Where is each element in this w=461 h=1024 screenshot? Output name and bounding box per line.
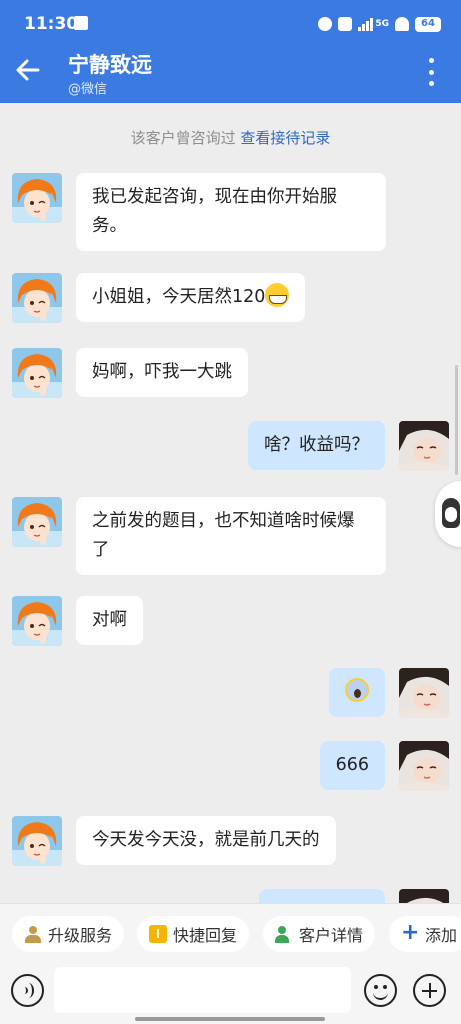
quick-reply-label: 快捷回复	[173, 926, 238, 945]
back-arrow-icon[interactable]	[12, 54, 44, 86]
alarm-icon	[318, 17, 333, 31]
message-bubble[interactable]: 今天发今天没，就是前几天的	[76, 816, 336, 865]
message-bubble[interactable]: 之前发的题目，也不知道啥时候爆了	[76, 497, 386, 575]
message-bubble[interactable]	[259, 889, 385, 903]
notification-app-icon	[74, 16, 88, 30]
customer-detail-label: 客户详情	[299, 926, 364, 945]
contact-name: 宁静致远	[68, 53, 152, 77]
customer-avatar[interactable]	[12, 816, 62, 866]
message-text: 小姐姐，今天居然120	[92, 287, 266, 307]
voice-input-icon[interactable]	[11, 974, 44, 1007]
customer-avatar[interactable]	[12, 348, 62, 398]
customer-avatar[interactable]	[12, 273, 62, 323]
customer-avatar[interactable]	[12, 173, 62, 223]
hd-icon	[338, 17, 353, 31]
status-bar: 11:30 5G 64	[0, 0, 461, 48]
message-bubble[interactable]	[329, 668, 385, 717]
system-note: 该客户曾咨询过 查看接待记录	[0, 127, 461, 148]
grinning-face-emoji	[265, 283, 290, 307]
agent-avatar[interactable]	[399, 668, 449, 718]
signal-icon	[358, 17, 374, 31]
agent-avatar[interactable]	[399, 421, 449, 471]
agent-avatar[interactable]	[399, 889, 449, 903]
scrollbar[interactable]	[455, 365, 458, 475]
chat-header: 宁静致远 @微信	[0, 48, 461, 103]
wifi-icon	[395, 17, 409, 31]
upgrade-service-label: 升级服务	[48, 926, 113, 945]
more-options-icon[interactable]	[423, 58, 439, 86]
quick-action-bar: 升级服务 快捷回复 客户详情 + 添加	[0, 903, 461, 965]
message-bubble[interactable]: 小姐姐，今天居然120	[76, 273, 306, 322]
chat-area[interactable]: 该客户曾咨询过 查看接待记录 我已发起咨询，现在由你开始服务。 小姐姐，今天居然…	[0, 103, 461, 903]
status-icons: 5G 64	[318, 15, 441, 33]
message-bubble[interactable]: 我已发起咨询，现在由你开始服务。	[76, 173, 386, 251]
plus-icon: +	[401, 920, 420, 945]
top-bar: 11:30 5G 64 宁静致远 @微信	[0, 0, 461, 103]
customer-avatar[interactable]	[12, 596, 62, 646]
customer-detail-button[interactable]: 客户详情	[263, 916, 376, 952]
message-bubble[interactable]: 妈啊，吓我一大跳	[76, 348, 248, 397]
add-label: 添加	[425, 926, 458, 945]
message-bubble[interactable]: 对啊	[76, 596, 143, 645]
quick-reply-icon	[149, 925, 167, 943]
message-bubble[interactable]: 啥？收益吗？	[248, 421, 385, 470]
customer-detail-icon	[275, 925, 293, 943]
status-time: 11:30	[24, 14, 79, 34]
upgrade-service-button[interactable]: 升级服务	[12, 916, 125, 952]
input-bar	[0, 965, 461, 1024]
quick-reply-button[interactable]: 快捷回复	[137, 916, 250, 952]
penguin-icon	[442, 498, 460, 528]
emoji-icon[interactable]	[364, 974, 397, 1007]
agent-avatar[interactable]	[399, 741, 449, 791]
battery-icon: 64	[415, 16, 441, 32]
add-button[interactable]: + 添加	[389, 916, 461, 952]
message-input[interactable]	[54, 967, 351, 1013]
upgrade-icon	[24, 925, 42, 943]
message-bubble[interactable]: 666	[319, 741, 385, 790]
customer-avatar[interactable]	[12, 497, 62, 547]
floating-qq-button[interactable]	[435, 481, 461, 547]
home-indicator[interactable]	[135, 1017, 325, 1021]
contact-source: @微信	[68, 82, 108, 97]
view-records-link[interactable]: 查看接待记录	[240, 129, 330, 147]
system-note-text: 该客户曾咨询过	[130, 129, 236, 147]
network-label: 5G	[375, 19, 389, 29]
screaming-face-emoji	[345, 678, 369, 702]
add-attachment-icon[interactable]	[413, 974, 446, 1007]
